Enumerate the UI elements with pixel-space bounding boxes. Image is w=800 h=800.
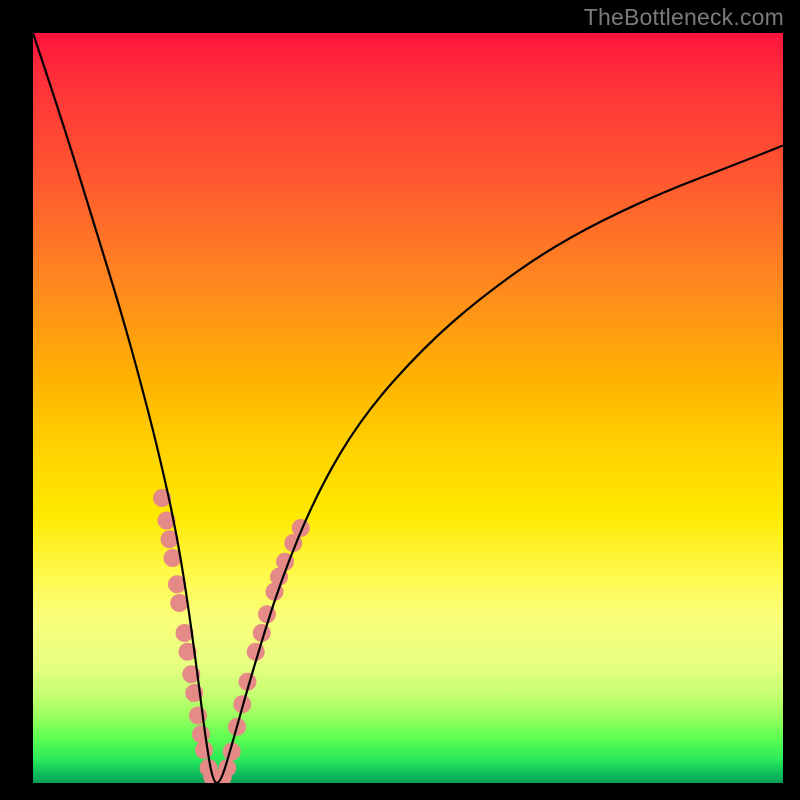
highlight-dot [195,741,213,759]
chart-frame: TheBottleneck.com [0,0,800,800]
watermark-text: TheBottleneck.com [584,4,784,31]
bottleneck-curve [33,33,783,783]
highlight-dot [192,725,210,743]
bottleneck-curve-svg [33,33,783,783]
plot-area [33,33,783,783]
